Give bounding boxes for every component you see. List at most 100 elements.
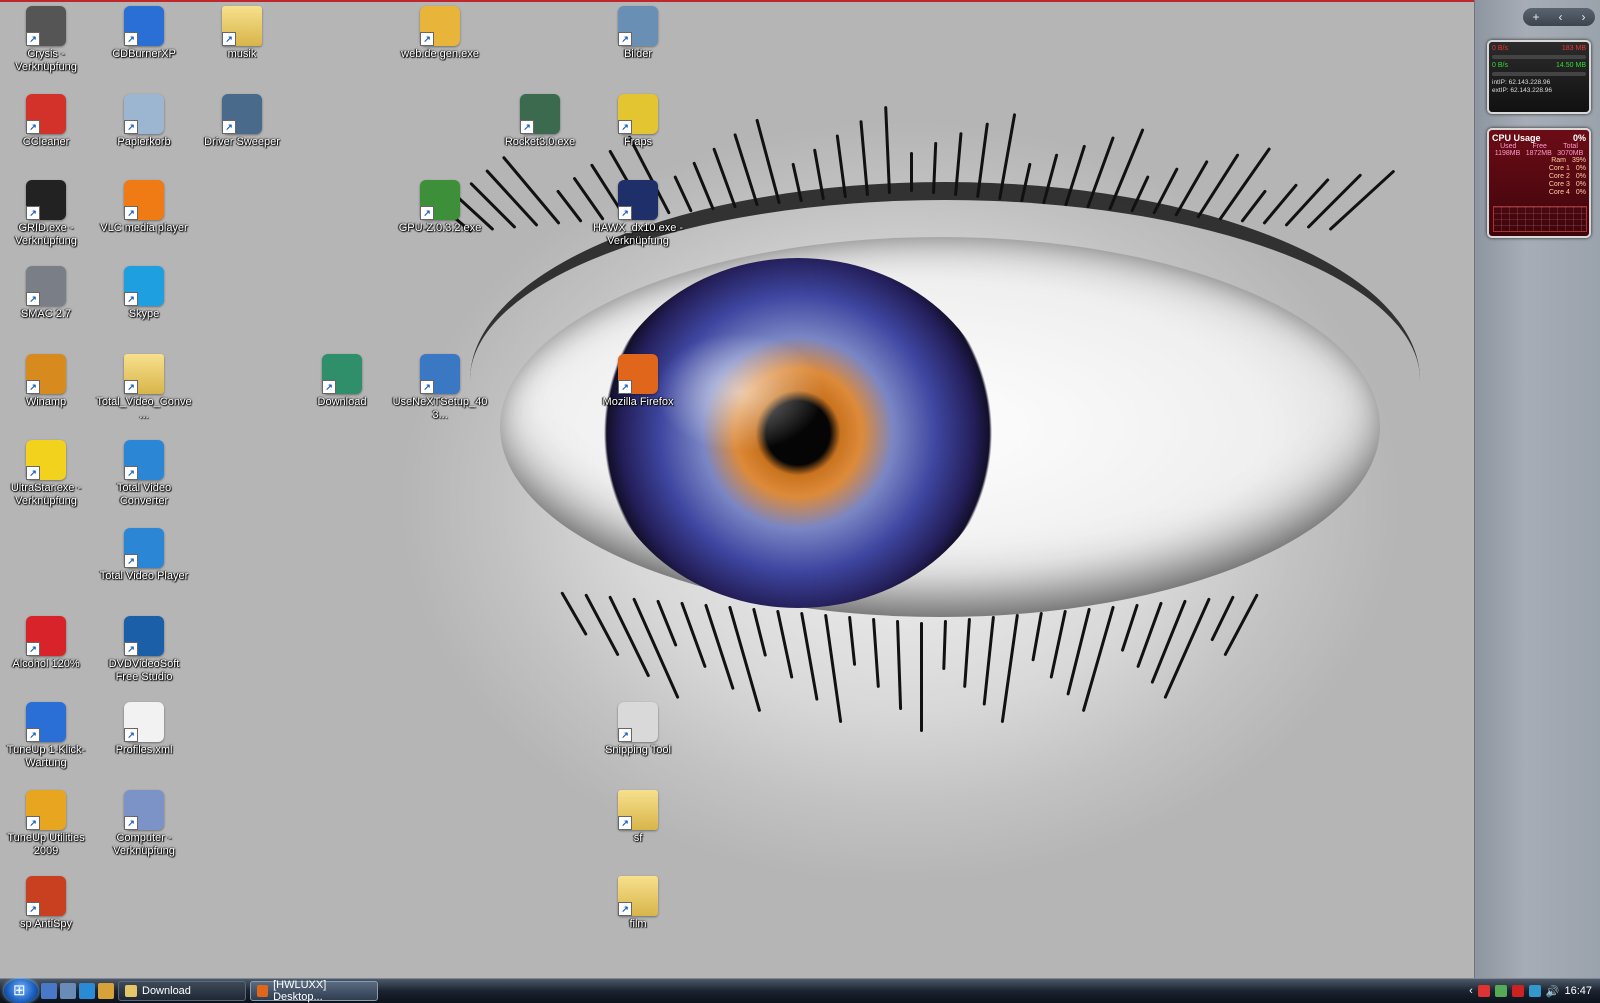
tray-expand-icon[interactable]: ‹ [1469, 985, 1473, 997]
wallpaper-lash [1218, 147, 1272, 221]
desktop-icon-skype[interactable]: ↗ Skype [96, 266, 192, 321]
sidebar-controls: + ‹ › [1523, 8, 1595, 26]
desktop-icon-download[interactable]: ↗ Download [294, 354, 390, 409]
computer-icon: ↗ [124, 790, 164, 830]
desktop-icon-label: Total_Video_Conve... [96, 396, 192, 421]
winamp-icon: ↗ [26, 354, 66, 394]
shortcut-arrow-icon: ↗ [26, 292, 40, 306]
desktop-icon-label: CDBurnerXP [112, 48, 176, 60]
network-meter-gadget[interactable]: 0 B/s 183 MB 0 B/s 14.50 MB intIP: 62.14… [1487, 40, 1591, 114]
sidebar-add-button[interactable]: + [1532, 10, 1539, 24]
wallpaper-lash [824, 613, 843, 724]
cpu-history-graph [1493, 206, 1587, 232]
desktop-icon-winamp[interactable]: ↗ Winamp [0, 354, 94, 409]
taskbar-button-firefox[interactable]: [HWLUXX] Desktop... [250, 979, 378, 1003]
desktop-icon-usenext[interactable]: ↗ UseNeXTSetup_403... [392, 354, 488, 422]
desktop-icon-tuneup-utilities[interactable]: ↗ TuneUp Utilities 2009 [0, 790, 94, 858]
desktop-icon-firefox[interactable]: ↗ Mozilla Firefox [590, 354, 686, 409]
shortcut-arrow-icon: ↗ [26, 902, 40, 916]
desktop-icon-ultrastar[interactable]: ↗ UltraStar.exe - Verknüpfung [0, 440, 94, 508]
desktop-icon-cdburnerxp[interactable]: ↗ CDBurnerXP [96, 6, 192, 61]
fraps-icon: ↗ [618, 94, 658, 134]
wallpaper-lash [1136, 601, 1163, 669]
desktop-icon-label: Rocket3.0.exe [504, 136, 576, 148]
cpu-core-value: 0% [1575, 189, 1586, 196]
desktop-icon-dvdvideosoft[interactable]: ↗ DVDVideoSoft Free Studio [96, 616, 192, 684]
desktop-icon-profiles[interactable]: ↗ Profiles.xml [96, 702, 192, 757]
desktop-icon-crysis[interactable]: ↗ Crysis - Verknüpfung [0, 6, 94, 74]
shortcut-arrow-icon: ↗ [618, 902, 632, 916]
sync-icon[interactable] [1528, 985, 1541, 997]
desktop-icon-grid[interactable]: ↗ GRID.exe - Verknüpfung [0, 180, 94, 248]
wallpaper-lash [1120, 603, 1139, 653]
desktop-icon-gpuz[interactable]: ↗ GPU-Z.0.3.2.exe [392, 180, 488, 235]
desktop-icon-smac[interactable]: ↗ SMAC 2.7 [0, 266, 94, 321]
desktop-icon-label: Computer - Verknüpfung [113, 832, 175, 857]
desktop-icon-total-video-player[interactable]: ↗ Total Video Player [96, 528, 192, 583]
volume-icon[interactable]: 🔊 [1546, 985, 1560, 998]
snipping-tool-icon: ↗ [618, 702, 658, 742]
desktop-icon-rocket[interactable]: ↗ Rocket3.0.exe [492, 94, 588, 149]
net-up-bar [1492, 55, 1586, 59]
taskbar-button-download[interactable]: Download [118, 981, 246, 1001]
desktop-icon-tuneup-1klick[interactable]: ↗ TuneUp 1-Klick-Wartung [0, 702, 94, 770]
clock[interactable]: 16:47 [1564, 985, 1592, 997]
rocket-icon: ↗ [520, 94, 560, 134]
wallpaper-lash [1306, 173, 1363, 230]
desktop-icon-sf[interactable]: ↗ sf [590, 790, 686, 845]
desktop-icon-total-video-conve[interactable]: ↗ Total_Video_Conve... [96, 354, 192, 422]
desktop-icon-webde[interactable]: ↗ web.de gen.exe [392, 6, 488, 61]
cpu-ram-label: Ram [1551, 157, 1566, 164]
tray-app-icon[interactable] [1477, 985, 1490, 997]
cpu-core-value: 0% [1575, 165, 1586, 172]
shortcut-arrow-icon: ↗ [124, 120, 138, 134]
desktop-icon-total-video-converter[interactable]: ↗ Total Video Converter [96, 440, 192, 508]
desktop-icon-label: GRID.exe - Verknüpfung [15, 222, 77, 247]
sidebar-prev-button[interactable]: ‹ [1558, 10, 1562, 24]
wallpaper-lash [560, 591, 588, 637]
desktop-icon-filme[interactable]: ↗ film [590, 876, 686, 931]
desktop-icon-computer[interactable]: ↗ Computer - Verknüpfung [96, 790, 192, 858]
show-desktop-icon[interactable] [41, 983, 57, 999]
sidebar-next-button[interactable]: › [1581, 10, 1585, 24]
net-down-total: 14.50 MB [1556, 62, 1586, 69]
profiles-icon: ↗ [124, 702, 164, 742]
desktop-icon-label: Crysis - Verknüpfung [15, 48, 77, 73]
desktop-icon-label: Papierkorb [117, 136, 171, 148]
desktop-icon-vlc[interactable]: ↗ VLC media player [96, 180, 192, 235]
dvdvideosoft-icon: ↗ [124, 616, 164, 656]
wallpaper-lash [963, 617, 971, 688]
cpu-usage-gadget[interactable]: CPU Usage 0% Used Free Total 1198MB 1872… [1487, 128, 1591, 238]
desktop-icon-spyspy[interactable]: ↗ sp AntiSpy [0, 876, 94, 931]
smac-icon: ↗ [26, 266, 66, 306]
wallpaper-lash [1163, 597, 1211, 700]
desktop-icon-papierkorb[interactable]: ↗ Papierkorb [96, 94, 192, 149]
start-orb-button[interactable] [4, 979, 38, 1003]
alcohol-tray-icon[interactable] [1511, 985, 1524, 997]
desktop-icon-label: Alcohol 120% [12, 658, 80, 670]
sf-icon: ↗ [618, 790, 658, 830]
net-int-ip: intIP: 62.143.228.96 [1492, 79, 1551, 86]
total-video-player-icon: ↗ [124, 528, 164, 568]
media-player-icon[interactable] [98, 983, 114, 999]
shortcut-arrow-icon: ↗ [420, 32, 434, 46]
desktop-icon-bilder[interactable]: ↗ Bilder [590, 6, 686, 61]
network-icon[interactable] [1494, 985, 1507, 997]
cpu-percent: 0% [1572, 133, 1586, 143]
desktop-icon-fraps[interactable]: ↗ Fraps [590, 94, 686, 149]
internet-explorer-icon[interactable] [79, 983, 95, 999]
windows-sidebar: + ‹ › 0 B/s 183 MB 0 B/s 14.50 MB intIP:… [1474, 0, 1600, 978]
switch-windows-icon[interactable] [60, 983, 76, 999]
shortcut-arrow-icon: ↗ [618, 120, 632, 134]
desktop-icon-driver-sweeper[interactable]: ↗ Driver Sweeper [194, 94, 290, 149]
desktop-icon-musik[interactable]: ↗ musik [194, 6, 290, 61]
desktop-icon-label: TuneUp Utilities 2009 [7, 832, 85, 857]
desktop-icon-alcohol[interactable]: ↗ Alcohol 120% [0, 616, 94, 671]
bilder-icon: ↗ [618, 6, 658, 46]
alcohol-icon: ↗ [26, 616, 66, 656]
shortcut-arrow-icon: ↗ [26, 728, 40, 742]
desktop-icon-ccleaner[interactable]: ↗ CCleaner [0, 94, 94, 149]
desktop-icon-snipping-tool[interactable]: ↗ Snipping Tool [590, 702, 686, 757]
desktop-icon-hawx[interactable]: ↗ HAWX_dx10.exe - Verknüpfung [590, 180, 686, 248]
task-label: Download [142, 985, 191, 997]
